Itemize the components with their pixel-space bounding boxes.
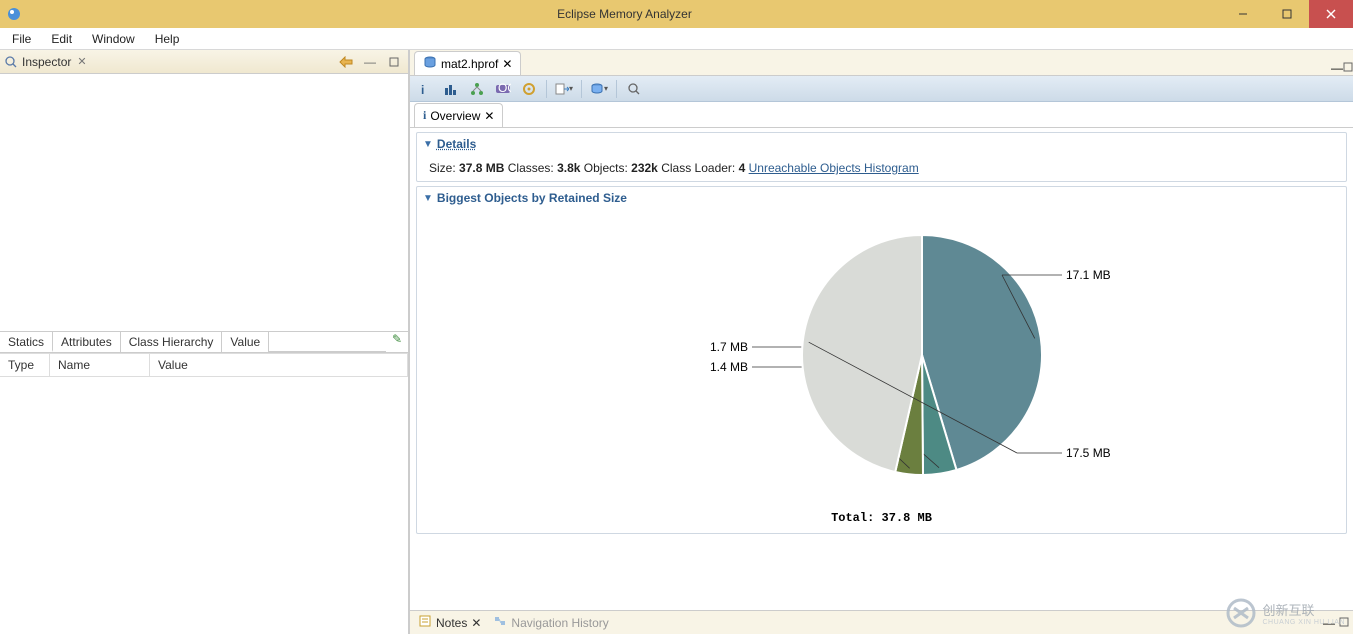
objects-value: 232k [631, 161, 658, 175]
maximize-view-icon[interactable] [386, 54, 402, 70]
magnifier-icon [4, 55, 18, 69]
tab-class-hierarchy[interactable]: Class Hierarchy [121, 332, 223, 352]
details-head[interactable]: ▼ Details [417, 133, 1346, 155]
editor-maximize-icon[interactable] [1343, 61, 1353, 75]
menu-help[interactable]: Help [147, 30, 188, 48]
pie-label-segment-b: 1.7 MB [709, 340, 747, 354]
details-text: Size: 37.8 MB Classes: 3.8k Objects: 232… [417, 155, 1346, 181]
find-icon[interactable] [625, 80, 643, 98]
inspector-label: Inspector [22, 55, 71, 69]
menu-window[interactable]: Window [84, 30, 143, 48]
classloader-label: Class Loader: [661, 161, 735, 175]
pie-chart-svg: 17.1 MB 1.7 MB 1.4 MB 17.5 MB [622, 215, 1142, 495]
classes-label: Classes: [508, 161, 554, 175]
window-title: Eclipse Memory Analyzer [28, 7, 1221, 21]
heap-file-icon [423, 55, 437, 72]
col-name[interactable]: Name [50, 354, 150, 376]
notes-icon [418, 614, 432, 631]
menu-edit[interactable]: Edit [43, 30, 80, 48]
thread-icon[interactable] [520, 80, 538, 98]
info-icon: i [423, 108, 426, 123]
size-label: Size: [429, 161, 456, 175]
col-value[interactable]: Value [150, 354, 408, 376]
mat-toolbar: i OQL ▾ ▾ [410, 76, 1353, 102]
watermark: 创新互联 CHUANG XIN HU LIAN [1226, 598, 1345, 628]
tab-overview[interactable]: i Overview ✕ [414, 103, 503, 127]
tab-attributes[interactable]: Attributes [53, 332, 121, 352]
notes-close-icon[interactable]: ✕ [471, 616, 481, 630]
query-browser-icon[interactable]: ▾ [590, 80, 608, 98]
twistie-down-icon: ▼ [423, 139, 433, 150]
objects-label: Objects: [584, 161, 628, 175]
size-value: 37.8 MB [459, 161, 504, 175]
pie-chart: 17.1 MB 1.7 MB 1.4 MB 17.5 MB [417, 215, 1346, 515]
inspector-body [0, 74, 408, 331]
inspector-title-bar: Inspector ✕ — [0, 50, 408, 74]
biggest-heading: Biggest Objects by Retained Size [437, 191, 627, 205]
nav-history-label: Navigation History [511, 616, 608, 630]
pie-label-segment-c: 1.4 MB [709, 360, 747, 374]
classes-value: 3.8k [557, 161, 580, 175]
close-button[interactable] [1309, 0, 1353, 28]
menubar: File Edit Window Help [0, 28, 1353, 50]
app-icon [6, 6, 22, 22]
overview-content: ▼ Details Size: 37.8 MB Classes: 3.8k Ob… [410, 128, 1353, 610]
pie-slice-segment-d[interactable] [801, 235, 921, 472]
unreachable-link[interactable]: Unreachable Objects Histogram [749, 161, 919, 175]
oql-icon[interactable]: OQL [494, 80, 512, 98]
maximize-button[interactable] [1265, 0, 1309, 28]
editor-tab-hprof[interactable]: mat2.hprof ✕ [414, 51, 521, 75]
menu-file[interactable]: File [4, 30, 39, 48]
classloader-value: 4 [739, 161, 746, 175]
inspector-pane: Inspector ✕ — Statics Attributes Class H… [0, 50, 410, 634]
biggest-section: ▼ Biggest Objects by Retained Size 17.1 … [416, 186, 1347, 534]
bottom-tabs: Notes ✕ Navigation History — [410, 610, 1353, 634]
col-type[interactable]: Type [0, 354, 50, 376]
histogram-icon[interactable] [442, 80, 460, 98]
info-icon[interactable]: i [416, 80, 434, 98]
twistie-down-icon: ▼ [423, 193, 433, 204]
watermark-text: 创新互联 [1262, 600, 1345, 619]
pie-label-segment-d: 17.5 MB [1066, 446, 1111, 460]
overview-tab-close-icon[interactable]: ✕ [484, 109, 494, 123]
inspector-tabs: Statics Attributes Class Hierarchy Value… [0, 331, 408, 353]
inspector-table-header: Type Name Value [0, 353, 408, 376]
details-heading: Details [437, 137, 476, 151]
inspector-close-icon[interactable]: ✕ [77, 55, 86, 68]
pin-icon[interactable]: ✎ [386, 332, 408, 352]
editor-pane: mat2.hprof ✕ — i OQL ▾ ▾ i Overview ✕ [410, 50, 1353, 634]
tab-notes[interactable]: Notes ✕ [414, 612, 485, 633]
tab-value[interactable]: Value [222, 332, 269, 352]
watermark-logo-icon [1226, 598, 1256, 628]
minimize-button[interactable] [1221, 0, 1265, 28]
editor-tab-label: mat2.hprof [441, 57, 498, 71]
details-section: ▼ Details Size: 37.8 MB Classes: 3.8k Ob… [416, 132, 1347, 182]
svg-text:i: i [421, 83, 424, 96]
dominator-tree-icon[interactable] [468, 80, 486, 98]
editor-tabs: mat2.hprof ✕ — [410, 50, 1353, 76]
minimize-view-icon[interactable]: — [362, 54, 378, 70]
notes-label: Notes [436, 616, 467, 630]
watermark-sub: CHUANG XIN HU LIAN [1262, 619, 1345, 626]
titlebar: Eclipse Memory Analyzer [0, 0, 1353, 28]
editor-minimize-icon[interactable]: — [1331, 61, 1343, 75]
run-report-icon[interactable]: ▾ [555, 80, 573, 98]
history-icon [493, 614, 507, 631]
inner-tabs: i Overview ✕ [410, 102, 1353, 128]
biggest-head[interactable]: ▼ Biggest Objects by Retained Size [417, 187, 1346, 209]
pie-label-segment-a: 17.1 MB [1066, 268, 1111, 282]
editor-tab-close-icon[interactable]: ✕ [502, 57, 512, 71]
inspector-table-body [0, 376, 408, 634]
tab-statics[interactable]: Statics [0, 332, 53, 352]
svg-text:OQL: OQL [498, 82, 511, 95]
link-with-selection-icon[interactable] [338, 54, 354, 70]
tab-nav-history[interactable]: Navigation History [489, 612, 612, 633]
overview-tab-label: Overview [430, 109, 480, 123]
